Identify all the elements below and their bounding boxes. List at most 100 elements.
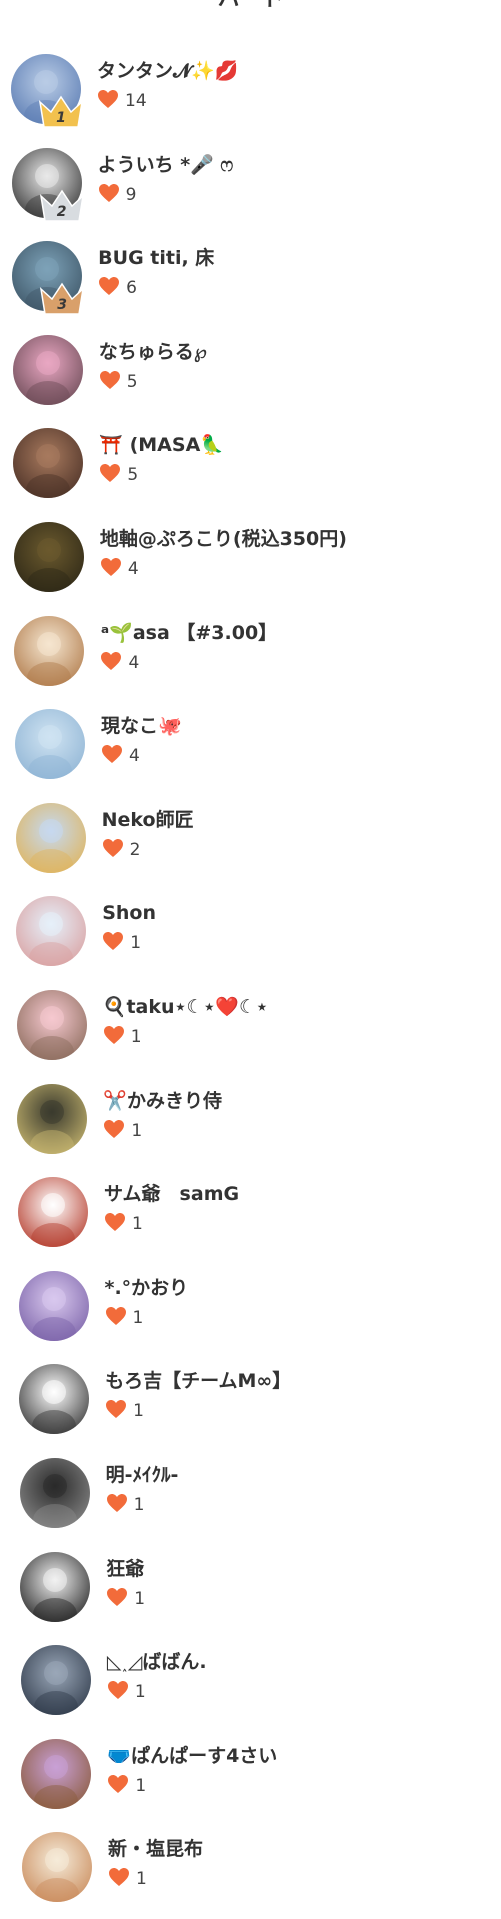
like-count-value: 1 [136, 1869, 147, 1890]
user-name[interactable]: 現なこ🐙 [101, 714, 182, 738]
list-item[interactable]: 2 よういち *🎤 ෆ 9 [0, 147, 501, 234]
list-item[interactable]: 1 タンタン𝓝✨💋 14 [0, 54, 501, 140]
list-item[interactable]: ◺˰◿ばばん. 1 [0, 1645, 501, 1731]
avatar[interactable] [12, 334, 83, 405]
like-count: 1 [103, 1025, 142, 1049]
like-count: 1 [106, 1493, 145, 1517]
heart-icon [105, 1399, 127, 1419]
user-name[interactable]: サム爺 samG [104, 1182, 239, 1206]
user-name[interactable]: 🩲ぱんぱーす4さい [107, 1744, 277, 1768]
heart-icon [100, 557, 122, 577]
heart-icon [102, 931, 124, 951]
page-title: ハート [0, 0, 501, 12]
list-item[interactable]: *.°かおり 1 [0, 1270, 501, 1357]
like-count-value: 1 [132, 1307, 144, 1328]
user-name[interactable]: 明-ﾒｲｸﾙ- [106, 1463, 179, 1487]
list-item[interactable]: Neko師匠 2 [0, 802, 501, 889]
list-item[interactable]: なちゅらる℘ 5 [0, 334, 501, 421]
like-count: 1 [103, 1119, 142, 1143]
user-name[interactable]: なちゅらる℘ [99, 340, 207, 364]
heart-icon [106, 1587, 128, 1607]
list-item[interactable]: もろ吉【チームM∞】 1 [0, 1364, 501, 1450]
heart-icon [98, 276, 120, 296]
heart-icon [102, 838, 124, 858]
avatar[interactable] [21, 1738, 92, 1809]
like-count-value: 1 [131, 1214, 143, 1235]
like-count-value: 6 [126, 278, 137, 299]
like-count-value: 1 [135, 1775, 147, 1796]
rank-number: 2 [56, 203, 67, 220]
like-count: 9 [98, 183, 137, 207]
user-name[interactable]: よういち *🎤 ෆ [98, 153, 234, 177]
list-item[interactable]: 🩲ぱんぱーす4さい 1 [0, 1738, 501, 1825]
list-item[interactable]: 明-ﾒｲｸﾙ- 1 [0, 1458, 501, 1544]
like-count-value: 14 [125, 91, 147, 111]
gold-crown-icon: 1 [37, 94, 85, 130]
avatar[interactable] [19, 1364, 90, 1435]
user-name[interactable]: ◺˰◿ばばん. [107, 1650, 207, 1674]
heart-icon [106, 1493, 128, 1513]
like-count: 1 [105, 1399, 144, 1423]
avatar[interactable] [13, 522, 84, 592]
list-item[interactable]: 🍳taku⋆☾⋆❤️☾⋆ 1 [0, 990, 501, 1076]
avatar[interactable] [22, 1832, 92, 1903]
avatar[interactable] [13, 428, 84, 499]
user-name[interactable]: BUG titi, 床 [98, 246, 214, 270]
heart-icon [100, 651, 122, 671]
avatar[interactable] [16, 896, 87, 967]
heart-icon [108, 1867, 130, 1887]
like-count: 6 [98, 276, 137, 300]
avatar[interactable] [17, 1083, 88, 1154]
like-count-value: 4 [127, 559, 139, 579]
user-name[interactable]: 新・塩昆布 [108, 1837, 203, 1861]
user-name[interactable]: 地軸@ぷろこり(税込350円) [100, 527, 347, 551]
like-count-value: 1 [131, 1120, 143, 1141]
list-item[interactable]: 新・塩昆布 1 [0, 1832, 501, 1918]
avatar[interactable] [14, 615, 85, 686]
user-name[interactable]: もろ吉【チームM∞】 [105, 1369, 291, 1393]
like-count: 1 [105, 1306, 144, 1330]
heart-icon [99, 370, 121, 390]
silver-crown-icon: 2 [38, 188, 86, 224]
user-name[interactable]: Shon [102, 901, 156, 925]
like-count-value: 9 [125, 184, 137, 205]
list-item[interactable]: サム爺 samG 1 [0, 1177, 501, 1263]
avatar[interactable] [20, 1645, 91, 1716]
user-name[interactable]: 🍳taku⋆☾⋆❤️☾⋆ [103, 995, 268, 1019]
user-name[interactable]: *.°かおり [105, 1276, 189, 1300]
like-count: 14 [97, 89, 147, 113]
like-count-value: 5 [127, 465, 139, 486]
avatar[interactable] [15, 802, 86, 873]
like-count: 4 [101, 744, 140, 768]
user-name[interactable]: Neko師匠 [102, 808, 194, 832]
list-item[interactable]: 地軸@ぷろこり(税込350円) 4 [0, 522, 501, 608]
list-item[interactable]: 現なこ🐙 4 [0, 709, 501, 795]
user-name[interactable]: タンタン𝓝✨💋 [97, 59, 239, 83]
list-item[interactable]: ⛩️ (MASA🦜 5 [0, 428, 501, 514]
avatar[interactable] [18, 1270, 89, 1341]
heart-icon [104, 1212, 126, 1232]
avatar[interactable] [19, 1458, 90, 1528]
like-count-value: 1 [130, 933, 142, 954]
like-count: 1 [108, 1867, 147, 1891]
heart-icon [101, 744, 123, 764]
user-name[interactable]: ⛩️ (MASA🦜 [99, 433, 224, 457]
like-count-value: 1 [133, 1401, 144, 1422]
avatar[interactable] [16, 990, 87, 1060]
list-item[interactable]: Shon 1 [0, 896, 501, 982]
heart-icon [107, 1774, 129, 1794]
list-item[interactable]: ✂️かみきり侍 1 [0, 1083, 501, 1170]
list-item[interactable]: ᵃ🌱asa 【#3.00】 4 [0, 615, 501, 702]
like-count: 1 [107, 1774, 146, 1798]
list-item[interactable]: 3 BUG titi, 床 6 [0, 241, 501, 327]
avatar[interactable] [17, 1177, 88, 1248]
avatar[interactable] [15, 709, 86, 780]
like-count-value: 1 [133, 1495, 145, 1515]
user-name[interactable]: ✂️かみきり侍 [103, 1089, 222, 1113]
like-count: 1 [102, 931, 141, 955]
user-name[interactable]: 狂爺 [106, 1557, 144, 1581]
avatar[interactable] [20, 1551, 91, 1622]
list-item[interactable]: 狂爺 1 [0, 1551, 501, 1638]
heart-icon [107, 1680, 129, 1700]
user-name[interactable]: ᵃ🌱asa 【#3.00】 [100, 621, 277, 645]
